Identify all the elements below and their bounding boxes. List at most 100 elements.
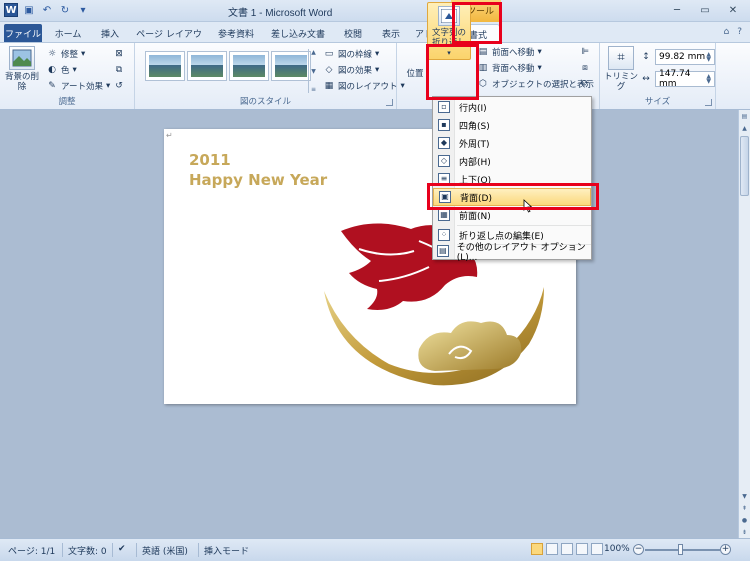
tab-review[interactable]: 校閲	[336, 24, 370, 42]
picture-effects-button[interactable]: ◇ 図の効果 ▾	[323, 63, 380, 77]
menu-item-inline[interactable]: ▫ 行内(I)	[433, 98, 591, 116]
document-area[interactable]: ↵ 2011 Happy New Year	[0, 110, 738, 538]
zoom-slider-knob[interactable]	[678, 544, 683, 555]
change-picture-button[interactable]: ⧉	[113, 63, 125, 77]
menu-item-through[interactable]: ◇ 内部(H)	[433, 152, 591, 170]
draft-view-icon[interactable]	[591, 543, 603, 555]
print-layout-view-icon[interactable]	[531, 543, 543, 555]
full-screen-reading-view-icon[interactable]	[546, 543, 558, 555]
menu-item-top-bottom[interactable]: ≡ 上下(O)	[433, 170, 591, 188]
picture-border-button[interactable]: ▭ 図の枠線 ▾	[323, 47, 380, 61]
wrap-text-button[interactable]: 文字列の折り返し ▾	[427, 2, 471, 60]
art-effects-label: アート効果	[61, 82, 103, 92]
zoom-level[interactable]: 100%	[604, 544, 630, 554]
browse-object-icon[interactable]: ●	[739, 514, 750, 526]
close-button[interactable]: ✕	[720, 2, 746, 18]
zoom-in-icon[interactable]: +	[720, 544, 731, 555]
status-bar: ページ: 1/1 文字数: 0 ✔ 英語 (米国) 挿入モード 100% − +	[0, 538, 750, 561]
language-indicator[interactable]: 英語 (米国)	[142, 544, 188, 557]
previous-page-icon[interactable]: ⇞	[739, 502, 750, 514]
compress-pictures-button[interactable]: ⊠	[113, 47, 125, 61]
restore-button[interactable]: ▭	[692, 2, 718, 18]
status-separator	[136, 543, 137, 557]
tab-view[interactable]: 表示	[374, 24, 408, 42]
next-page-icon[interactable]: ⇟	[739, 526, 750, 538]
menu-item-label: 上下(O)	[459, 175, 492, 186]
minimize-button[interactable]: ─	[664, 2, 690, 18]
styles-dialog-launcher[interactable]	[386, 99, 393, 106]
tab-page-layout[interactable]: ページ レイアウト	[132, 24, 206, 53]
picture-style-option[interactable]	[145, 51, 185, 81]
scroll-down-icon[interactable]: ▼	[739, 490, 750, 502]
picture-layout-label: 図のレイアウト	[338, 82, 398, 92]
edit-wrap-points-icon: ⁘	[438, 229, 450, 241]
menu-item-square[interactable]: ▪ 四角(S)	[433, 116, 591, 134]
ruler-toggle-icon[interactable]: ▤	[739, 110, 750, 122]
status-separator	[112, 543, 113, 557]
selection-pane-button[interactable]: ⬡ オブジェクトの選択と表示	[477, 77, 594, 91]
style-gallery-scroll[interactable]: ▲ ▼ ≡	[308, 49, 318, 93]
word-logo-icon[interactable]: W	[4, 3, 18, 17]
width-field[interactable]: 147.74 mm ▲ ▼	[655, 69, 715, 89]
art-effects-button[interactable]: ✎ アート効果 ▾	[46, 79, 110, 93]
wrap-inline-icon: ▫	[438, 101, 450, 113]
zoom-out-icon[interactable]: −	[633, 544, 644, 555]
outline-view-icon[interactable]	[576, 543, 588, 555]
corrections-icon: ☼	[47, 49, 57, 59]
reset-picture-button[interactable]: ↺	[113, 79, 125, 93]
width-spinner[interactable]: ↔ 147.74 mm ▲ ▼	[640, 69, 715, 89]
tabs-right-controls: ⌂ ?	[724, 27, 743, 37]
size-group-label: サイズ	[644, 97, 671, 107]
tab-references[interactable]: 参考資料	[210, 24, 262, 42]
rotate-button[interactable]: ⟳	[579, 77, 591, 91]
color-icon: ◐	[48, 65, 56, 75]
send-backward-button[interactable]: ▥ 背面へ移動 ▾	[477, 61, 542, 75]
group-objects-button[interactable]: ⧈	[579, 61, 591, 75]
height-field[interactable]: 99.82 mm ▲ ▼	[655, 49, 715, 65]
proofing-icon[interactable]: ✔	[118, 544, 126, 554]
minimize-ribbon-icon[interactable]: ⌂	[724, 27, 730, 37]
happy-new-year-text: Happy New Year	[189, 171, 328, 189]
web-layout-view-icon[interactable]	[561, 543, 573, 555]
picture-style-option[interactable]	[229, 51, 269, 81]
wrap-tight-icon: ◆	[438, 137, 450, 149]
undo-icon[interactable]: ↶	[40, 3, 54, 17]
vertical-scrollbar[interactable]: ▤ ▲ ▼ ⇞ ● ⇟	[738, 110, 750, 538]
tab-file[interactable]: ファイル	[4, 24, 42, 42]
wrap-top-bottom-icon: ≡	[438, 173, 450, 185]
menu-item-label: 背面(D)	[460, 193, 492, 204]
customize-qat-icon[interactable]: ▾	[76, 3, 90, 17]
save-icon[interactable]: ▣	[22, 3, 36, 17]
align-button[interactable]: ⊫	[579, 45, 591, 59]
size-dialog-launcher[interactable]	[705, 99, 712, 106]
bring-forward-button[interactable]: ▤ 前面へ移動 ▾	[477, 45, 542, 59]
corrections-button[interactable]: ☼ 修整 ▾	[46, 47, 85, 61]
page-count[interactable]: ページ: 1/1	[8, 544, 55, 557]
insert-mode-indicator[interactable]: 挿入モード	[204, 544, 249, 557]
scroll-thumb[interactable]	[740, 136, 749, 196]
picture-layout-button[interactable]: ▦ 図のレイアウト ▾	[323, 79, 405, 93]
menu-item-behind-text[interactable]: ▣ 背面(D)	[433, 188, 591, 206]
height-spinner[interactable]: ↕ 99.82 mm ▲ ▼	[640, 49, 715, 65]
menu-item-in-front[interactable]: ▦ 前面(N)	[433, 206, 591, 224]
crop-button[interactable]: ⌗ トリミング	[604, 46, 638, 92]
color-button[interactable]: ◐ 色 ▾	[46, 63, 77, 77]
tab-home[interactable]: ホーム	[48, 24, 88, 42]
picture-style-option[interactable]	[187, 51, 227, 81]
help-icon[interactable]: ?	[737, 27, 742, 37]
redo-icon[interactable]: ↻	[58, 3, 72, 17]
scroll-up-icon[interactable]: ▲	[739, 122, 750, 134]
tab-insert[interactable]: 挿入	[94, 24, 126, 42]
word-count[interactable]: 文字数: 0	[68, 544, 107, 557]
picture-style-option[interactable]	[271, 51, 311, 81]
color-label: 色	[61, 66, 70, 76]
greeting-text[interactable]: 2011 Happy New Year	[189, 150, 327, 190]
menu-item-tight[interactable]: ◆ 外周(T)	[433, 134, 591, 152]
menu-item-more-layout-options[interactable]: ▤ その他のレイアウト オプション(L)...	[433, 242, 591, 263]
position-button[interactable]: 位置	[403, 69, 427, 79]
picture-border-label: 図の枠線	[338, 50, 373, 60]
remove-background-button[interactable]: 背景の削除	[4, 46, 40, 92]
wrap-square-icon: ▪	[438, 119, 450, 131]
bring-forward-label: 前面へ移動	[492, 48, 535, 58]
tab-mailings[interactable]: 差し込み文書	[266, 24, 330, 42]
